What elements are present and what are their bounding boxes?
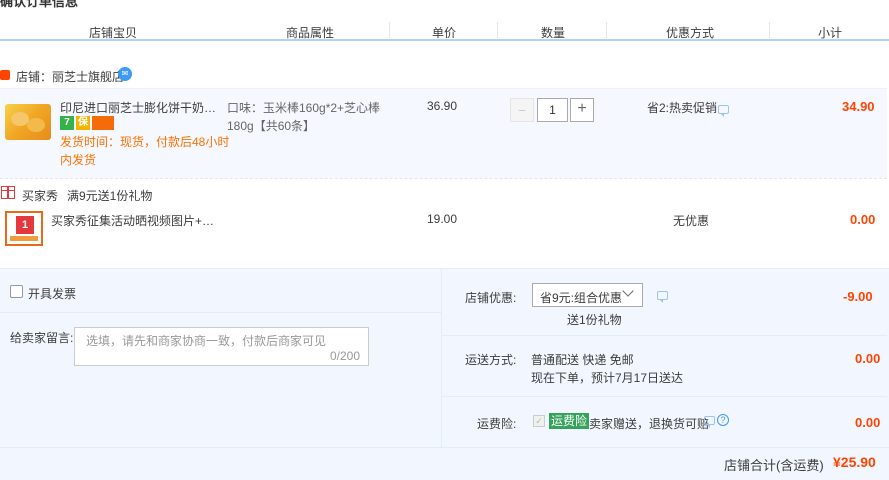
shop-total-label: 店铺合计(含运费): [724, 458, 824, 473]
insurance-checkbox[interactable]: ✓: [533, 415, 545, 427]
insurance-info-icon[interactable]: [704, 416, 715, 428]
insurance-amount: 0.00: [855, 415, 881, 430]
product-attributes: 口味：玉米棒160g*2+芝心棒180g【共60条】: [227, 101, 381, 133]
gift-icon: [1, 186, 15, 199]
gift-promo-label: 无优惠: [673, 214, 710, 228]
gift-thumbnail[interactable]: [5, 211, 43, 246]
quantity-input[interactable]: 1: [537, 98, 568, 122]
shop-name-link[interactable]: 店铺：丽芝士旗舰店: [16, 68, 124, 85]
message-label: 给卖家留言:: [10, 331, 74, 345]
shop-discount-amount: -9.00: [843, 289, 873, 304]
table-header: 店铺宝贝 商品属性 单价 数量 优惠方式 小计: [0, 19, 889, 41]
credit-card-icon[interactable]: [92, 116, 114, 130]
gift-subtotal: 0.00: [850, 212, 876, 227]
item-subtotal: 34.90: [842, 99, 875, 114]
shipping-eta: 现在下单，预计7月17日送达: [531, 371, 684, 385]
unit-price: 36.90: [427, 99, 458, 113]
panel-divider: [441, 268, 442, 447]
quantity-decrease-button[interactable]: −: [510, 98, 534, 122]
ship-time-note: 发货时间：现货，付款后48小时内发货: [60, 135, 230, 167]
col-header-item: 店铺宝贝: [89, 26, 138, 40]
discount-gift-note: 送1份礼物: [567, 313, 622, 327]
message-placeholder: 选填，请先和商家协商一致，付款后商家可见: [86, 334, 327, 348]
col-header-subtotal: 小计: [818, 26, 843, 40]
shipping-label: 运送方式:: [465, 353, 517, 367]
invoice-checkbox[interactable]: [10, 285, 23, 298]
order-options-panel: [0, 268, 889, 480]
shipping-amount: 0.00: [855, 351, 881, 366]
quantity-increase-button[interactable]: +: [570, 98, 594, 122]
header-divider: [769, 22, 770, 38]
promo-label: 省2:热卖促销: [647, 101, 718, 115]
panel-divider: [441, 335, 887, 336]
shop-discount-label: 店铺优惠:: [465, 291, 517, 305]
col-header-promo: 优惠方式: [666, 26, 715, 40]
insurance-description: 卖家赠送，退换货可赔: [589, 417, 710, 431]
invoice-label[interactable]: 开具发票: [28, 285, 76, 302]
chat-badge-icon[interactable]: ✉: [118, 67, 132, 81]
shop-tag-icon: [0, 70, 10, 80]
message-char-count: 0/200: [330, 349, 361, 363]
col-header-qty: 数量: [541, 26, 566, 40]
gift-rule: 满9元送1份礼物: [67, 189, 153, 203]
section-title: 确认订单信息: [0, 0, 79, 9]
panel-divider: [0, 447, 889, 448]
panel-divider: [0, 312, 441, 313]
product-thumbnail[interactable]: [5, 104, 51, 140]
shop-total-amount: ¥25.90: [833, 454, 876, 470]
gift-title-link[interactable]: 买家秀征集活动晒视频图片+20...: [51, 212, 217, 229]
product-title-link[interactable]: 印尼进口丽芝士膨化饼干奶酪味...: [60, 99, 220, 116]
discount-info-icon[interactable]: [657, 291, 668, 303]
guarantee-icon[interactable]: 保: [76, 116, 90, 130]
promo-info-icon[interactable]: [718, 105, 729, 117]
header-divider: [606, 22, 607, 38]
panel-divider: [441, 396, 887, 397]
header-divider: [497, 22, 498, 38]
insurance-label: 运费险:: [477, 417, 517, 431]
gift-unit-price: 19.00: [427, 212, 458, 226]
seven-day-return-icon[interactable]: 7: [60, 116, 74, 130]
gift-label: 买家秀: [22, 189, 59, 203]
quantity-stepper: − 1 +: [510, 98, 595, 122]
insurance-tag: 运费险: [549, 413, 590, 429]
col-header-attr: 商品属性: [286, 26, 335, 40]
shipping-method: 普通配送 快递 免邮: [531, 353, 634, 367]
help-icon[interactable]: ?: [717, 414, 729, 426]
shop-discount-selected: 省9元:组合优惠: [540, 291, 623, 305]
service-badges: 7保: [60, 116, 116, 130]
col-header-price: 单价: [432, 26, 457, 40]
header-divider: [389, 22, 390, 38]
